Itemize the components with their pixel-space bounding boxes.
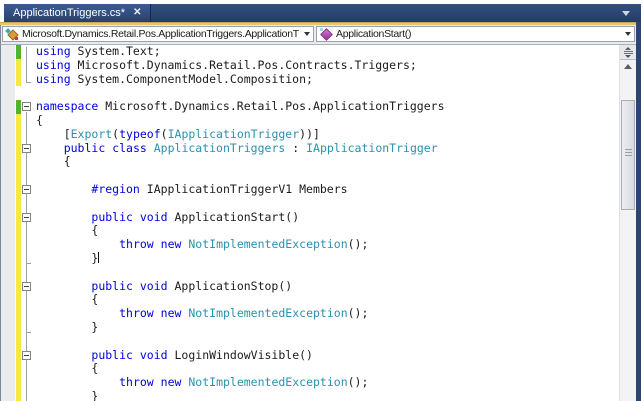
close-icon[interactable]: ✕ xyxy=(133,8,141,18)
type-dropdown-value: Microsoft.Dynamics.Retail.Pos.Applicatio… xyxy=(22,28,299,40)
tab-applicationtriggers[interactable]: ApplicationTriggers.cs* ✕ xyxy=(4,4,152,22)
code-line[interactable] xyxy=(36,197,619,211)
splitter-handle[interactable] xyxy=(620,45,636,60)
code-line[interactable]: { xyxy=(36,154,619,169)
code-line[interactable]: namespace Microsoft.Dynamics.Retail.Pos.… xyxy=(36,99,619,114)
code-line[interactable]: } xyxy=(36,389,619,401)
code-line[interactable]: throw new NotImplementedException(); xyxy=(36,237,619,252)
code-editor[interactable]: using System.Text; using Microsoft.Dynami… xyxy=(0,45,636,401)
code-line[interactable] xyxy=(36,169,619,183)
chevron-down-icon[interactable] xyxy=(621,32,634,36)
scroll-up-button[interactable] xyxy=(620,60,636,73)
chevron-down-icon[interactable] xyxy=(300,32,313,36)
tab-bar: ApplicationTriggers.cs* ✕ xyxy=(4,4,641,22)
code-line[interactable]: { xyxy=(36,223,619,238)
member-dropdown-value: ApplicationStart() xyxy=(336,28,412,40)
code-line[interactable]: public void ApplicationStart() xyxy=(36,210,619,225)
class-icon xyxy=(5,28,19,41)
code-line[interactable]: using System.Text; xyxy=(36,45,619,59)
code-line[interactable]: } xyxy=(36,251,619,266)
code-line[interactable]: throw new NotImplementedException(); xyxy=(36,306,619,321)
code-line[interactable]: #region IApplicationTriggerV1 Members xyxy=(36,182,619,197)
code-line[interactable]: { xyxy=(36,113,619,128)
vertical-scrollbar[interactable] xyxy=(619,45,636,401)
code-line[interactable]: using System.ComponentModel.Composition; xyxy=(36,72,619,87)
code-line[interactable]: } xyxy=(36,320,619,335)
code-line[interactable] xyxy=(36,266,619,280)
text-caret xyxy=(98,251,100,263)
method-icon xyxy=(320,28,333,41)
code-line[interactable]: { xyxy=(36,361,619,376)
type-dropdown[interactable]: Microsoft.Dynamics.Retail.Pos.Applicatio… xyxy=(2,26,314,42)
member-dropdown[interactable]: ApplicationStart() xyxy=(316,26,635,42)
scrollbar-grip-icon xyxy=(624,149,632,156)
code-line[interactable] xyxy=(36,86,619,100)
code-line[interactable]: public class ApplicationTriggers : IAppl… xyxy=(36,141,619,156)
code-line[interactable] xyxy=(36,335,619,349)
code-line[interactable]: using Microsoft.Dynamics.Retail.Pos.Cont… xyxy=(36,58,619,73)
tab-title: ApplicationTriggers.cs* xyxy=(13,7,126,19)
scrollbar-thumb[interactable] xyxy=(621,100,635,210)
editor-window: ApplicationTriggers.cs* ✕ Microsoft.Dyna… xyxy=(0,0,644,401)
code-area[interactable]: using System.Text; using Microsoft.Dynami… xyxy=(1,45,619,401)
code-line[interactable]: public void LoginWindowVisible() xyxy=(36,348,619,363)
navigation-bar: Microsoft.Dynamics.Retail.Pos.Applicatio… xyxy=(0,25,636,45)
code-line[interactable]: public void ApplicationStop() xyxy=(36,279,619,294)
window-list-chevron-down-icon[interactable] xyxy=(622,11,630,16)
code-line[interactable]: [Export(typeof(IApplicationTrigger))] xyxy=(36,127,619,142)
code-line[interactable]: { xyxy=(36,292,619,307)
window-right-border xyxy=(636,22,641,401)
code-line[interactable]: throw new NotImplementedException(); xyxy=(36,375,619,390)
